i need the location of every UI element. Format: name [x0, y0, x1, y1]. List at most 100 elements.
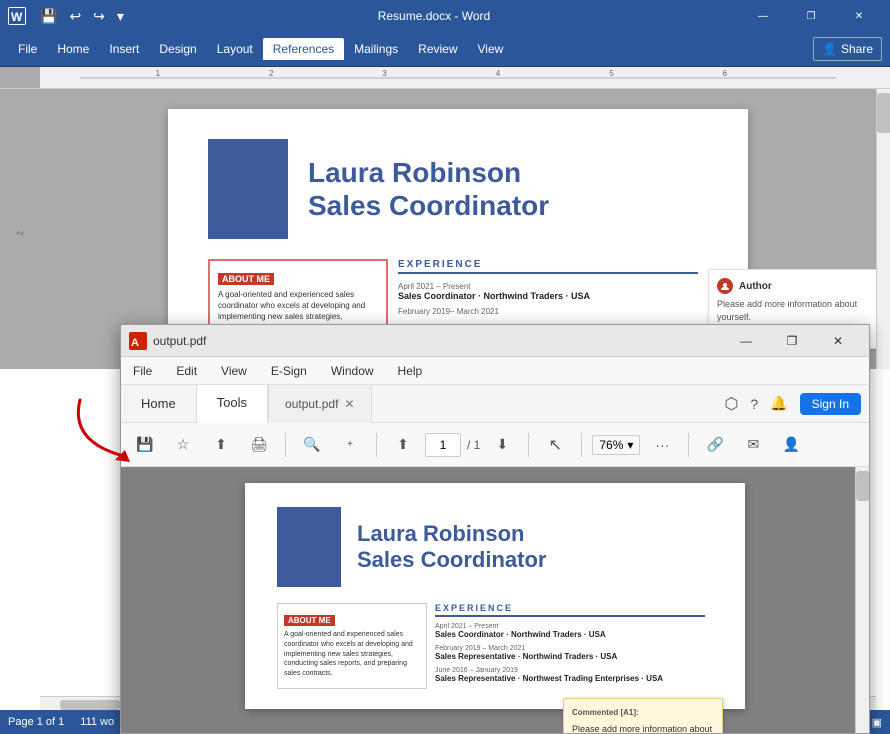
exp2-date: February 2019– March 2021	[398, 307, 698, 316]
exp1-title: Sales Coordinator · Northwind Traders · …	[398, 291, 698, 301]
word-title-bar: W 💾 ↩ ↪ ▾ Resume.docx - Word — ❐ ✕	[0, 0, 890, 32]
pdf-resume-header: Laura Robinson Sales Coordinator	[277, 507, 713, 587]
scroll-thumb[interactable]	[877, 93, 890, 133]
pdf-menu-view[interactable]: View	[217, 362, 251, 380]
pdf-page-input[interactable]	[425, 433, 461, 457]
pdf-zoomin-btn[interactable]: +	[334, 429, 366, 461]
pdf-exp-entry-3: June 2016 – January 2019 Sales Represent…	[435, 667, 705, 683]
pdf-signin-button[interactable]: Sign In	[800, 393, 861, 415]
word-window-controls: — ❐ ✕	[740, 0, 882, 32]
pdf-zoom-value: 76%	[599, 438, 623, 452]
pdf-prevpage-btn[interactable]: ⬆	[387, 429, 419, 461]
tab-insert[interactable]: Insert	[99, 38, 149, 60]
pdf-zoomout-btn[interactable]: 🔍	[296, 429, 328, 461]
pdf-share-icon[interactable]: ⬡	[724, 394, 738, 414]
resume-name-line2: Sales Coordinator	[308, 190, 549, 222]
word-count: 111 wo	[80, 716, 114, 728]
pdf-exp3-date: June 2016 – January 2019	[435, 667, 705, 674]
pdf-close-button[interactable]: ✕	[815, 325, 861, 357]
tab-layout[interactable]: Layout	[207, 38, 263, 60]
pdf-bookmark-btn[interactable]: ☆	[167, 429, 199, 461]
pdf-page-area: Laura Robinson Sales Coordinator ABOUT M…	[121, 467, 869, 733]
word-close-button[interactable]: ✕	[836, 0, 882, 32]
share-button[interactable]: 👤 Share	[813, 37, 882, 61]
pdf-nextpage-btn[interactable]: ⬇	[486, 429, 518, 461]
pdf-resume-body: ABOUT ME A goal-oriented and experienced…	[277, 603, 713, 689]
pdf-tab-tools[interactable]: Tools	[197, 385, 268, 423]
about-label: ABOUT ME	[218, 273, 274, 285]
comment-text: Please add more information about yourse…	[717, 298, 876, 323]
word-ribbon: File Home Insert Design Layout Reference…	[0, 32, 890, 67]
pdf-minimize-button[interactable]: —	[723, 325, 769, 357]
pdf-window: A output.pdf — ❐ ✕ File Edit View E-Sign…	[120, 324, 870, 734]
word-minimize-button[interactable]: —	[740, 0, 786, 32]
pdf-menu-window[interactable]: Window	[327, 362, 378, 380]
tab-mailings[interactable]: Mailings	[344, 38, 408, 60]
resume-photo	[208, 139, 288, 239]
tab-view[interactable]: View	[468, 38, 514, 60]
word-app-icon: W	[8, 7, 26, 25]
customize-quick-access[interactable]: ▾	[113, 6, 128, 27]
pdf-help-icon[interactable]: ?	[750, 396, 758, 412]
pdf-resume-name: Laura Robinson Sales Coordinator	[357, 521, 546, 573]
exp-label: EXPERIENCE	[398, 259, 698, 274]
pdf-upload-btn[interactable]: ⬆	[205, 429, 237, 461]
pdf-chain-btn[interactable]: 🔗	[699, 429, 731, 461]
resume-name: Laura Robinson Sales Coordinator	[308, 156, 549, 222]
pdf-tab-close-button[interactable]: ✕	[344, 397, 354, 411]
pdf-window-controls: — ❐ ✕	[723, 325, 861, 357]
pdf-separator-5	[688, 433, 689, 457]
pdf-maximize-button[interactable]: ❐	[769, 325, 815, 357]
pdf-tab-file: output.pdf ✕	[268, 385, 371, 423]
pdf-document-page: Laura Robinson Sales Coordinator ABOUT M…	[245, 483, 745, 709]
comment-avatar	[717, 278, 733, 294]
red-arrow-annotation	[60, 390, 140, 475]
pdf-vertical-scrollbar[interactable]	[855, 467, 869, 733]
pdf-separator-2	[376, 433, 377, 457]
pdf-bell-icon[interactable]: 🔔	[770, 395, 787, 412]
page-indicator: Page 1 of 1	[8, 716, 64, 728]
pdf-scroll-thumb[interactable]	[856, 471, 869, 501]
pdf-exp-label: EXPERIENCE	[435, 603, 705, 617]
pdf-menu-esign[interactable]: E-Sign	[267, 362, 311, 380]
pdf-comment-bubble: Commented [A1]: Please add more informat…	[563, 698, 723, 733]
pdf-content-area: Laura Robinson Sales Coordinator ABOUT M…	[121, 467, 869, 733]
pdf-tab-file-name: output.pdf	[285, 397, 338, 411]
word-vertical-scrollbar[interactable]	[876, 89, 890, 369]
tab-review[interactable]: Review	[408, 38, 467, 60]
tab-file[interactable]: File	[8, 38, 47, 60]
save-button[interactable]: 💾	[36, 6, 61, 27]
pdf-menu-file[interactable]: File	[129, 362, 156, 380]
pdf-exp-entry-1: April 2021 – Present Sales Coordinator ·…	[435, 623, 705, 639]
pdf-print-btn[interactable]: 🖨	[243, 429, 275, 461]
word-left-sidebar: 2	[0, 89, 40, 369]
pdf-toolbar-tabs: Home Tools output.pdf ✕ ⬡ ? 🔔 Sign In	[121, 385, 869, 423]
pdf-resume-photo	[277, 507, 341, 587]
tab-references[interactable]: References	[263, 38, 344, 60]
pdf-mail-btn[interactable]: ✉	[737, 429, 769, 461]
pdf-exp1-title: Sales Coordinator · Northwind Traders · …	[435, 630, 705, 639]
word-maximize-button[interactable]: ❐	[788, 0, 834, 32]
pdf-user-btn[interactable]: 👤	[775, 429, 807, 461]
pdf-cursor-btn[interactable]: ↖	[539, 429, 571, 461]
undo-button[interactable]: ↩	[65, 6, 85, 27]
pdf-zoom-dropdown-icon: ▾	[627, 438, 633, 452]
resume-header: Laura Robinson Sales Coordinator	[208, 139, 708, 239]
title-bar-left: W 💾 ↩ ↪ ▾	[8, 6, 128, 27]
pdf-title-bar: A output.pdf — ❐ ✕	[121, 325, 869, 357]
tab-design[interactable]: Design	[149, 38, 206, 60]
pdf-zoom-select[interactable]: 76% ▾	[592, 435, 640, 455]
redo-button[interactable]: ↪	[89, 6, 109, 27]
pdf-separator-3	[528, 433, 529, 457]
pdf-exp2-title: Sales Representative · Northwind Traders…	[435, 652, 705, 661]
pdf-more-btn[interactable]: ···	[646, 429, 678, 461]
tab-home[interactable]: Home	[47, 38, 99, 60]
pdf-menu-help[interactable]: Help	[394, 362, 427, 380]
pdf-experience-section: EXPERIENCE April 2021 – Present Sales Co…	[427, 603, 713, 689]
resume-name-line1: Laura Robinson	[308, 156, 549, 190]
ribbon-tabs: File Home Insert Design Layout Reference…	[0, 32, 890, 66]
pdf-menu-edit[interactable]: Edit	[172, 362, 201, 380]
pdf-resume-name-line2: Sales Coordinator	[357, 547, 546, 573]
pdf-title-text: output.pdf	[153, 334, 723, 348]
svg-text:W: W	[11, 10, 23, 24]
